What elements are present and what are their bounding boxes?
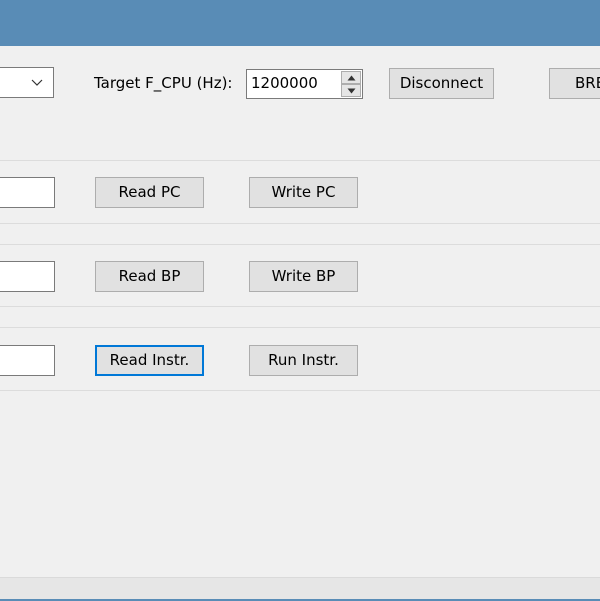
instr-value-input[interactable] — [0, 345, 55, 376]
read-instr-button[interactable]: Read Instr. — [95, 345, 204, 376]
spin-buttons — [341, 71, 361, 97]
caret-down-icon — [347, 88, 356, 94]
group-separator — [0, 327, 600, 328]
group-separator — [0, 160, 600, 161]
port-combo[interactable] — [0, 67, 54, 98]
break-button[interactable]: BRE — [549, 68, 600, 99]
group-separator — [0, 390, 600, 391]
target-fcpu-label: Target F_CPU (Hz): — [94, 74, 233, 92]
disconnect-button[interactable]: Disconnect — [389, 68, 494, 99]
target-fcpu-stepper[interactable]: 1200000 — [246, 69, 363, 99]
chevron-down-icon — [30, 72, 44, 92]
caret-up-icon — [347, 75, 356, 81]
group-separator — [0, 306, 600, 307]
title-bar — [0, 0, 600, 46]
write-pc-button[interactable]: Write PC — [249, 177, 358, 208]
read-pc-button[interactable]: Read PC — [95, 177, 204, 208]
group-separator — [0, 244, 600, 245]
run-instr-button[interactable]: Run Instr. — [249, 345, 358, 376]
bp-value-input[interactable] — [0, 261, 55, 292]
status-bar — [0, 577, 600, 601]
pc-value-input[interactable] — [0, 177, 55, 208]
spin-up-button[interactable] — [341, 71, 361, 84]
write-bp-button[interactable]: Write BP — [249, 261, 358, 292]
group-separator — [0, 223, 600, 224]
target-fcpu-value: 1200000 — [251, 74, 318, 92]
spin-down-button[interactable] — [341, 84, 361, 97]
read-bp-button[interactable]: Read BP — [95, 261, 204, 292]
